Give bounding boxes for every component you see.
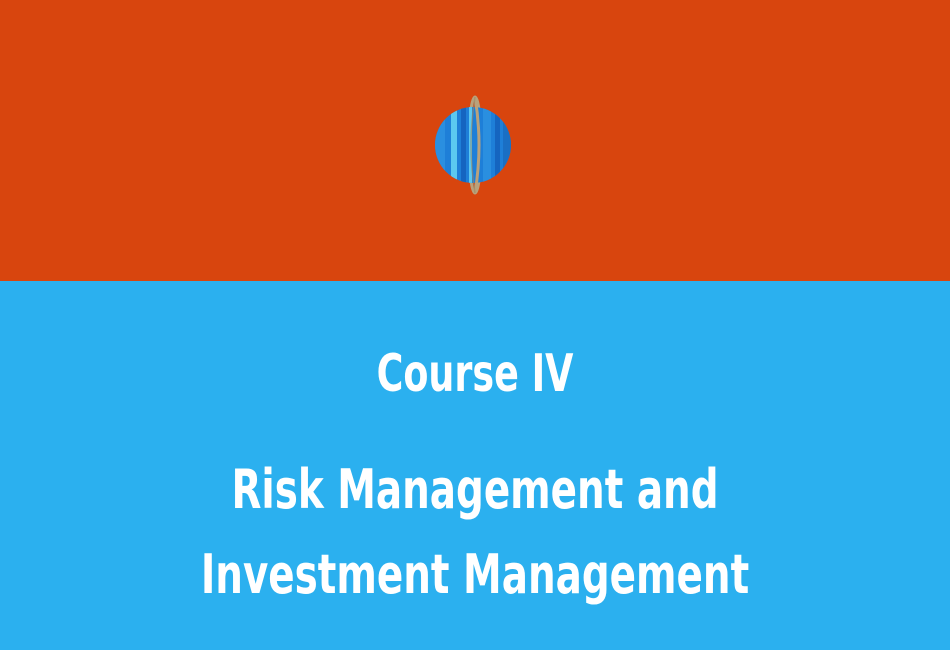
- course-subject-line-1: Risk Management and: [231, 458, 719, 521]
- title-slide: Course IV Risk Management and Investment…: [0, 0, 950, 650]
- uranus-planet-icon: [435, 95, 511, 195]
- course-subject-line-2: Investment Management: [200, 543, 750, 606]
- course-label: Course IV: [376, 344, 574, 404]
